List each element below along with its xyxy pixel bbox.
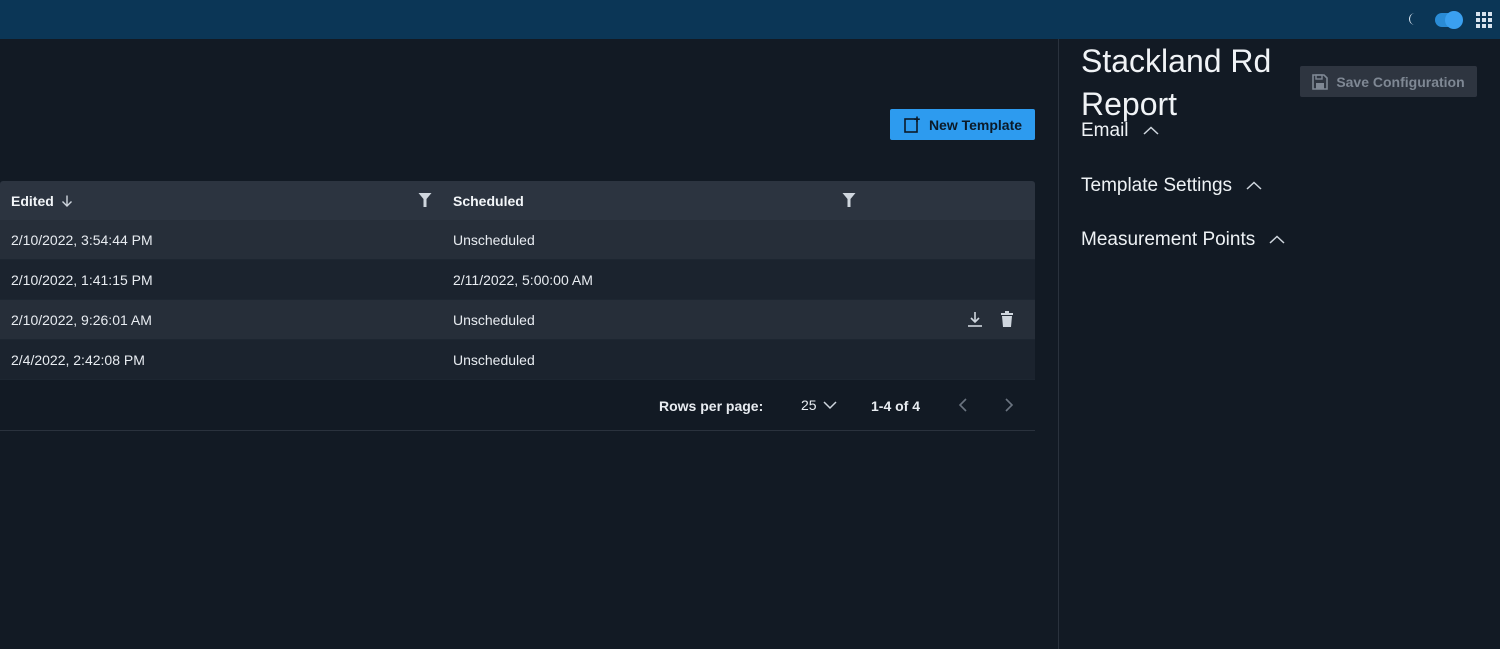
section-email[interactable]: Email [1081, 120, 1159, 142]
toggle-knob [1445, 11, 1463, 29]
cell-scheduled: Unscheduled [453, 352, 535, 368]
filter-icon[interactable] [418, 192, 432, 208]
table-header: Edited Scheduled [0, 181, 1035, 220]
chevron-up-icon [1143, 126, 1159, 135]
save-icon [1312, 73, 1329, 90]
table-row[interactable]: 2/4/2022, 2:42:08 PM Unscheduled [0, 340, 1035, 380]
cell-scheduled: Unscheduled [453, 312, 535, 328]
new-template-button[interactable]: New Template [890, 109, 1035, 140]
pagination: Rows per page: 25 1-4 of 4 [0, 381, 1035, 431]
panel-divider [1058, 39, 1059, 649]
section-label-measurement-points: Measurement Points [1081, 229, 1256, 250]
theme-toggle[interactable] [1435, 11, 1463, 29]
column-header-scheduled[interactable]: Scheduled [453, 181, 524, 220]
chevron-up-icon [1269, 235, 1285, 244]
top-bar [0, 0, 1500, 39]
cell-scheduled: Unscheduled [453, 232, 535, 248]
chevron-down-icon [823, 401, 837, 410]
save-configuration-button[interactable]: Save Configuration [1300, 66, 1477, 97]
cell-scheduled: 2/11/2022, 5:00:00 AM [453, 272, 593, 288]
row-actions [966, 310, 1016, 328]
section-template-settings[interactable]: Template Settings [1081, 175, 1262, 197]
panel-title: Stackland Rd Report [1081, 43, 1272, 122]
cell-edited: 2/10/2022, 9:26:01 AM [11, 312, 152, 328]
cell-edited: 2/10/2022, 3:54:44 PM [11, 232, 153, 248]
table-row[interactable]: 2/10/2022, 3:54:44 PM Unscheduled [0, 220, 1035, 260]
apps-grid-icon[interactable] [1476, 12, 1492, 28]
cell-edited: 2/4/2022, 2:42:08 PM [11, 352, 145, 368]
new-template-label: New Template [928, 116, 1023, 133]
filter-icon[interactable] [842, 192, 856, 208]
download-icon[interactable] [966, 310, 984, 328]
cell-edited: 2/10/2022, 1:41:15 PM [11, 272, 153, 288]
section-measurement-points[interactable]: Measurement Points [1081, 229, 1285, 251]
moon-icon[interactable] [1407, 12, 1421, 26]
column-header-edited[interactable]: Edited [11, 181, 73, 220]
column-label-scheduled: Scheduled [453, 192, 524, 209]
rows-per-page-select[interactable]: 25 [801, 397, 837, 413]
section-label-email: Email [1081, 120, 1129, 141]
column-label-edited: Edited [11, 192, 54, 209]
new-document-icon [904, 116, 920, 133]
templates-table: Edited Scheduled 2/10/2022, 3:54:44 PM U… [0, 181, 1035, 380]
rows-per-page-label: Rows per page: [659, 398, 764, 414]
arrow-down-icon[interactable] [61, 195, 73, 207]
save-configuration-label: Save Configuration [1336, 73, 1465, 90]
chevron-up-icon [1246, 181, 1262, 190]
trash-icon[interactable] [998, 310, 1016, 328]
table-row[interactable]: 2/10/2022, 1:41:15 PM 2/11/2022, 5:00:00… [0, 260, 1035, 300]
rows-per-page-value: 25 [801, 397, 817, 413]
chevron-left-icon[interactable] [956, 397, 970, 413]
section-label-template-settings: Template Settings [1081, 175, 1233, 196]
table-row[interactable]: 2/10/2022, 9:26:01 AM Unscheduled [0, 300, 1035, 340]
chevron-right-icon[interactable] [1002, 397, 1016, 413]
page-range: 1-4 of 4 [871, 398, 921, 414]
